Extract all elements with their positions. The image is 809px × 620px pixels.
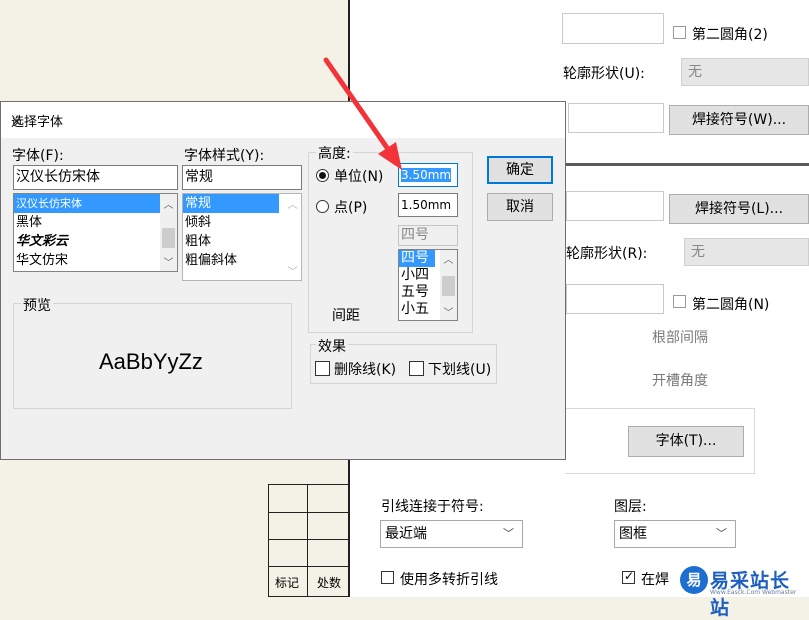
point-height-input[interactable]: 1.50mm — [398, 193, 458, 217]
on-weld-checkbox[interactable]: ✓ — [622, 569, 635, 584]
leader-connect-value: 最近端 — [385, 526, 427, 542]
font-style-list[interactable]: 常规 倾斜 粗体 粗偏斜体 ︿ ﹀ — [182, 193, 302, 281]
outline-shape-r-label: 轮廓形状(R): — [566, 246, 648, 262]
font-style-label: 字体样式(Y): — [184, 148, 265, 164]
close-icon[interactable]: ✕ — [11, 111, 551, 135]
chevron-down-icon: ﹀ — [716, 527, 727, 540]
point-radio[interactable] — [316, 200, 329, 213]
scroll-up-icon[interactable]: ︿ — [284, 196, 301, 211]
on-weld-label: 在焊 — [641, 572, 669, 588]
point-radio-label: 点(P) — [334, 200, 368, 216]
spacing-label: 间距 — [332, 308, 360, 324]
fillet-field-2[interactable] — [566, 284, 664, 314]
font-input[interactable]: 汉仪长仿宋体 — [13, 165, 178, 190]
second-fillet-2-checkbox[interactable] — [673, 26, 686, 39]
unit-height-input[interactable]: 3.50mm — [398, 163, 458, 187]
font-label: 字体(F): — [12, 148, 64, 164]
font-style-scrollbar[interactable]: ︿ ﹀ — [284, 194, 301, 280]
dialog-title-bar: 选择字体 ✕ — [1, 102, 565, 138]
font-size-item[interactable]: 四号 — [399, 250, 435, 267]
preview-sample-text: AaBbYyZz — [99, 349, 203, 374]
multi-bend-leader-checkbox[interactable] — [381, 571, 394, 584]
cell-label-count: 处数 — [317, 576, 342, 590]
scroll-down-icon[interactable]: ﹀ — [160, 254, 177, 269]
layer-value: 图框 — [619, 526, 647, 542]
scroll-up-icon[interactable]: ︿ — [160, 196, 177, 211]
checkmark-icon: ✓ — [624, 569, 635, 583]
chevron-down-icon: ﹀ — [503, 527, 514, 540]
font-list-item[interactable]: 黑体 — [14, 213, 177, 232]
underline-checkbox[interactable] — [409, 361, 424, 376]
scroll-thumb[interactable] — [162, 228, 175, 248]
font-list-item[interactable]: 华文彩云 — [14, 232, 177, 251]
unit-radio[interactable] — [316, 169, 329, 182]
font-list-item[interactable]: 汉仪长仿宋体 — [14, 194, 177, 213]
font-style-input[interactable]: 常规 — [182, 165, 302, 190]
groove-angle-label: 开槽角度 — [652, 373, 708, 389]
leader-connect-select[interactable]: 最近端 ﹀ — [380, 520, 523, 548]
font-size-scrollbar[interactable]: ︿ ﹀ — [440, 250, 457, 320]
layer-label: 图层: — [614, 499, 647, 515]
ok-button[interactable]: 确定 — [487, 156, 553, 184]
font-size-input[interactable]: 四号 — [398, 225, 458, 246]
root-spacing-label: 根部间隔 — [652, 330, 708, 346]
layer-select[interactable]: 图框 ﹀ — [614, 520, 736, 548]
second-fillet-2-label: 第二圆角(2) — [692, 27, 768, 43]
cancel-button[interactable]: 取消 — [487, 193, 553, 221]
underline-label: 下划线(U) — [428, 362, 492, 378]
scroll-thumb[interactable] — [442, 276, 455, 296]
strikeout-label: 删除线(K) — [334, 362, 397, 378]
outline-shape-u-label: 轮廓形状(U): — [563, 66, 645, 82]
unit-radio-label: 单位(N) — [334, 169, 384, 185]
second-fillet-n-checkbox[interactable] — [673, 295, 686, 308]
font-list-scrollbar[interactable]: ︿ ﹀ — [160, 194, 177, 271]
fillet-field-1[interactable] — [562, 13, 664, 44]
font-button[interactable]: 字体(T)... — [628, 426, 744, 457]
cell-label-mark: 标记 — [275, 576, 300, 590]
second-fillet-n-label: 第二圆角(N) — [692, 297, 770, 313]
watermark-site-url: Www.Easck.Com Webmaster — [710, 589, 797, 596]
field-above-weld-w[interactable] — [568, 103, 664, 133]
effects-label: 效果 — [316, 336, 348, 356]
strikeout-checkbox[interactable] — [315, 361, 330, 376]
scroll-down-icon[interactable]: ﹀ — [284, 263, 301, 278]
preview-label: 预览 — [21, 295, 53, 315]
watermark-logo-icon: 易 — [680, 566, 708, 594]
height-label: 高度: — [316, 143, 353, 163]
weld-symbol-l-button[interactable]: 焊接符号(L)... — [669, 194, 809, 224]
weld-symbol-w-button[interactable]: 焊接符号(W)... — [669, 105, 809, 135]
font-list-item[interactable]: 华文仿宋 — [14, 251, 177, 270]
scroll-down-icon[interactable]: ﹀ — [440, 304, 457, 319]
unit-height-value: 3.50mm — [401, 168, 452, 182]
outline-shape-u-select[interactable]: 无 — [681, 58, 809, 86]
font-style-item[interactable]: 常规 — [183, 194, 279, 213]
select-font-dialog: 选择字体 ✕ 字体(F): 汉仪长仿宋体 汉仪长仿宋体 黑体 华文彩云 华文仿宋… — [0, 101, 566, 460]
outline-shape-r-select[interactable]: 无 — [684, 238, 809, 266]
field-above-weld-l[interactable] — [566, 191, 664, 221]
leader-connect-label: 引线连接于符号: — [381, 499, 484, 515]
title-block-grid: 标记 处数 — [268, 484, 351, 597]
font-size-list[interactable]: 四号 小四 五号 小五 ︿ ﹀ — [398, 249, 458, 321]
scroll-up-icon[interactable]: ︿ — [440, 251, 457, 266]
font-list[interactable]: 汉仪长仿宋体 黑体 华文彩云 华文仿宋 ︿ ﹀ — [13, 193, 178, 272]
multi-bend-leader-label: 使用多转折引线 — [400, 572, 498, 588]
